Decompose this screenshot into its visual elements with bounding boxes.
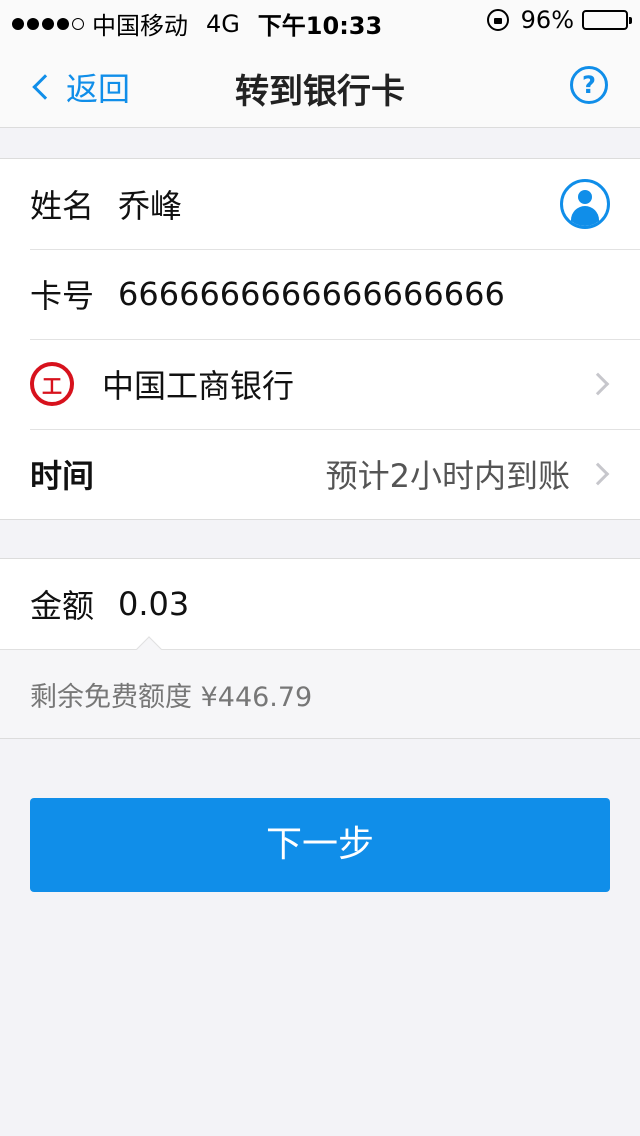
amount-label: 金额 [30, 587, 95, 625]
card-number-field[interactable]: 6666666666666666666 [118, 275, 505, 313]
help-icon[interactable]: ? [570, 66, 608, 104]
battery-icon [582, 10, 632, 30]
bank-name: 中国工商银行 [102, 367, 295, 405]
battery-percent: 96% [520, 6, 574, 34]
navigation-bar: 返回 转到银行卡 ? [0, 40, 640, 128]
name-row[interactable]: 姓名 乔峰 [0, 159, 640, 249]
amount-group: 金额 0.03 剩余免费额度 ¥446.79 [0, 558, 640, 739]
arrival-time-value: 预计2小时内到账 [325, 457, 570, 495]
arrival-time-row[interactable]: 时间 预计2小时内到账 [0, 429, 640, 519]
next-step-button[interactable]: 下一步 [30, 798, 610, 892]
page-title: 转到银行卡 [235, 72, 405, 112]
chevron-right-icon [586, 372, 610, 396]
rotation-lock-icon [486, 9, 509, 31]
status-right: 96% [486, 6, 632, 34]
arrival-time-label: 时间 [30, 457, 95, 495]
bank-select-row[interactable]: 工 中国工商银行 [0, 339, 640, 429]
free-quota-row: 剩余免费额度 ¥446.79 [0, 636, 640, 739]
icbc-logo-icon: 工 [30, 362, 74, 406]
name-label: 姓名 [30, 187, 95, 225]
free-quota-text: 剩余免费额度 ¥446.79 [30, 681, 313, 713]
card-number-row[interactable]: 卡号 6666666666666666666 [0, 249, 640, 339]
amount-row[interactable]: 金额 0.03 [0, 559, 640, 649]
chevron-right-icon [586, 462, 610, 486]
status-bar: 中国移动 4G 下午10:33 96% [0, 0, 640, 40]
amount-field[interactable]: 0.03 [118, 585, 189, 623]
contact-picker-icon[interactable] [560, 179, 610, 229]
recipient-card-group: 姓名 乔峰 卡号 6666666666666666666 工 中国工商银行 时间… [0, 158, 640, 520]
card-number-label: 卡号 [30, 277, 95, 315]
name-field[interactable]: 乔峰 [118, 181, 182, 227]
